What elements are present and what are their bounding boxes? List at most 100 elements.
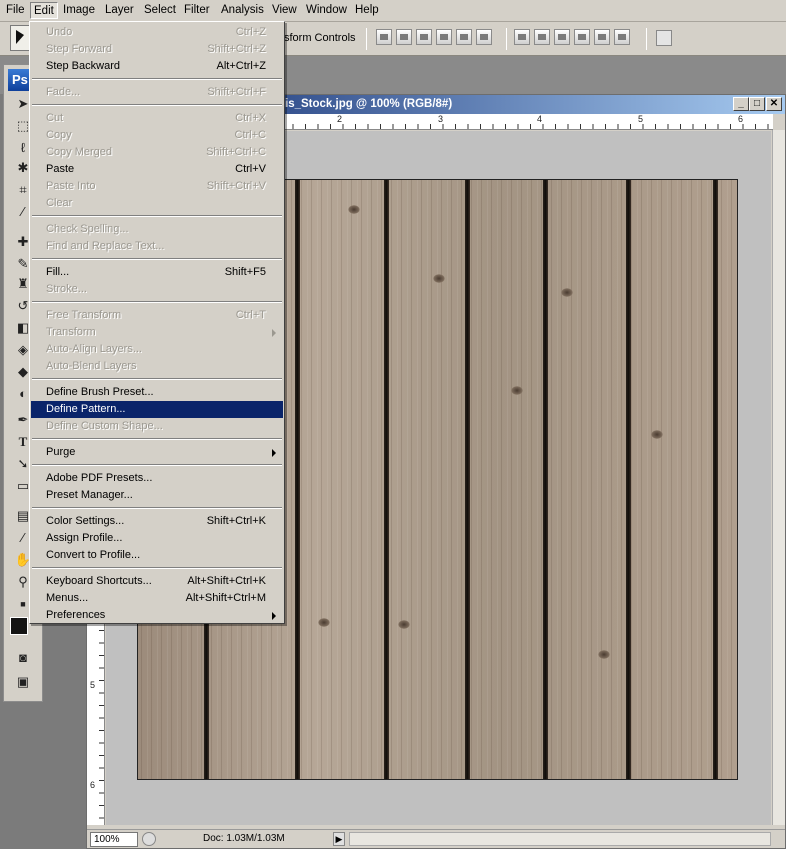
wood-knot <box>561 288 573 297</box>
menu-layer[interactable]: Layer <box>102 2 137 19</box>
quick-mask-icon[interactable]: ◙ <box>12 649 34 667</box>
wood-knot <box>398 620 410 629</box>
ruler-number: 3 <box>438 114 444 124</box>
menu-item-check-spelling[interactable]: Check Spelling... <box>31 221 283 238</box>
menu-separator <box>32 438 282 440</box>
zoom-level-field[interactable]: 100% <box>90 832 138 847</box>
menu-item-fade[interactable]: Fade... Shift+Ctrl+F <box>31 84 283 101</box>
menu-item-convert-to-profile[interactable]: Convert to Profile... <box>31 547 283 564</box>
menu-item-define-pattern[interactable]: Define Pattern... <box>31 401 283 418</box>
divider <box>506 28 507 50</box>
menu-item-cut[interactable]: Cut Ctrl+X <box>31 110 283 127</box>
menu-item-paste-into[interactable]: Paste Into Shift+Ctrl+V <box>31 178 283 195</box>
menu-separator <box>32 301 282 303</box>
plank-gap <box>543 180 548 779</box>
wood-knot <box>318 618 330 627</box>
distribute-bottom-icon[interactable] <box>554 29 570 45</box>
menu-analysis[interactable]: Analysis <box>218 2 267 19</box>
distribute-top-icon[interactable] <box>514 29 530 45</box>
align-vcenter-icon[interactable] <box>396 29 412 45</box>
align-right-icon[interactable] <box>476 29 492 45</box>
menu-file[interactable]: File <box>3 2 28 19</box>
plank-gap <box>384 180 389 779</box>
document-size-readout: Doc: 1.03M/1.03M <box>203 833 285 844</box>
vertical-scrollbar[interactable] <box>772 130 785 825</box>
menu-item-preset-manager[interactable]: Preset Manager... <box>31 487 283 504</box>
divider <box>646 28 647 50</box>
show-transform-controls-label[interactable]: sform Controls <box>284 32 356 44</box>
wood-knot <box>651 430 663 439</box>
submenu-arrow-icon <box>272 449 276 457</box>
menu-item-define-custom-shape[interactable]: Define Custom Shape... <box>31 418 283 435</box>
divider <box>366 28 367 50</box>
ruler-number: 5 <box>638 114 644 124</box>
align-group <box>376 29 492 47</box>
plank-gap <box>626 180 631 779</box>
menu-item-define-brush-preset[interactable]: Define Brush Preset... <box>31 384 283 401</box>
menu-window[interactable]: Window <box>303 2 350 19</box>
edit-menu-dropdown: Undo Ctrl+Z Step Forward Shift+Ctrl+Z Step… <box>29 21 285 624</box>
status-bar: 100% Doc: 1.03M/1.03M ▶ <box>87 829 785 848</box>
menu-item-color-settings[interactable]: Color Settings... Shift+Ctrl+K <box>31 513 283 530</box>
menu-item-menus[interactable]: Menus... Alt+Shift+Ctrl+M <box>31 590 283 607</box>
align-top-icon[interactable] <box>376 29 392 45</box>
menu-item-step-forward[interactable]: Step Forward Shift+Ctrl+Z <box>31 41 283 58</box>
menu-select[interactable]: Select <box>141 2 179 19</box>
menu-item-fill[interactable]: Fill... Shift+F5 <box>31 264 283 281</box>
status-menu-arrow-icon[interactable]: ▶ <box>333 832 345 846</box>
menu-image[interactable]: Image <box>60 2 98 19</box>
menu-item-copy-merged[interactable]: Copy Merged Shift+Ctrl+C <box>31 144 283 161</box>
menu-item-auto-blend-layers[interactable]: Auto-Blend Layers <box>31 358 283 375</box>
menu-item-copy[interactable]: Copy Ctrl+C <box>31 127 283 144</box>
maximize-icon[interactable]: □ <box>749 97 765 111</box>
menu-item-assign-profile[interactable]: Assign Profile... <box>31 530 283 547</box>
menu-help[interactable]: Help <box>352 2 382 19</box>
menu-item-stroke[interactable]: Stroke... <box>31 281 283 298</box>
menu-separator <box>32 378 282 380</box>
menu-bar: File Edit Image Layer Select Filter Anal… <box>0 0 786 22</box>
menu-item-step-backward[interactable]: Step Backward Alt+Ctrl+Z <box>31 58 283 75</box>
menu-separator <box>32 507 282 509</box>
menu-edit[interactable]: Edit <box>30 2 58 19</box>
menu-item-purge[interactable]: Purge <box>31 444 283 461</box>
foreground-color-swatch[interactable] <box>10 617 28 635</box>
ruler-number: 2 <box>337 114 343 124</box>
document-title: is_Stock.jpg @ 100% (RGB/8#) <box>285 98 453 110</box>
distribute-vcenter-icon[interactable] <box>534 29 550 45</box>
menu-item-auto-align-layers[interactable]: Auto-Align Layers... <box>31 341 283 358</box>
menu-item-undo[interactable]: Undo Ctrl+Z <box>31 24 283 41</box>
distribute-left-icon[interactable] <box>574 29 590 45</box>
menu-item-paste[interactable]: Paste Ctrl+V <box>31 161 283 178</box>
menu-item-find-replace[interactable]: Find and Replace Text... <box>31 238 283 255</box>
menu-item-transform[interactable]: Transform <box>31 324 283 341</box>
menu-item-keyboard-shortcuts[interactable]: Keyboard Shortcuts... Alt+Shift+Ctrl+K <box>31 573 283 590</box>
menu-separator <box>32 464 282 466</box>
align-hcenter-icon[interactable] <box>456 29 472 45</box>
ruler-number: 6 <box>90 780 96 790</box>
menu-item-free-transform[interactable]: Free Transform Ctrl+T <box>31 307 283 324</box>
align-left-icon[interactable] <box>436 29 452 45</box>
menu-separator <box>32 567 282 569</box>
auto-align-layers-icon[interactable] <box>656 30 672 46</box>
wood-knot <box>348 205 360 214</box>
minimize-icon[interactable]: _ <box>733 97 749 111</box>
status-info-icon[interactable] <box>142 832 156 846</box>
align-bottom-icon[interactable] <box>416 29 432 45</box>
distribute-group <box>514 29 630 47</box>
ruler-number: 6 <box>738 114 744 124</box>
menu-item-clear[interactable]: Clear <box>31 195 283 212</box>
screen-mode-icon[interactable]: ▣ <box>12 673 34 691</box>
wood-knot <box>433 274 445 283</box>
submenu-arrow-icon <box>272 612 276 620</box>
menu-item-preferences[interactable]: Preferences <box>31 607 283 624</box>
menu-item-adobe-pdf-presets[interactable]: Adobe PDF Presets... <box>31 470 283 487</box>
close-icon[interactable]: ✕ <box>766 97 782 111</box>
menu-view[interactable]: View <box>269 2 300 19</box>
horizontal-scrollbar[interactable] <box>349 832 771 846</box>
plank-gap <box>713 180 718 779</box>
menu-separator <box>32 104 282 106</box>
plank-gap <box>295 180 300 779</box>
menu-filter[interactable]: Filter <box>181 2 213 19</box>
distribute-right-icon[interactable] <box>614 29 630 45</box>
distribute-hcenter-icon[interactable] <box>594 29 610 45</box>
